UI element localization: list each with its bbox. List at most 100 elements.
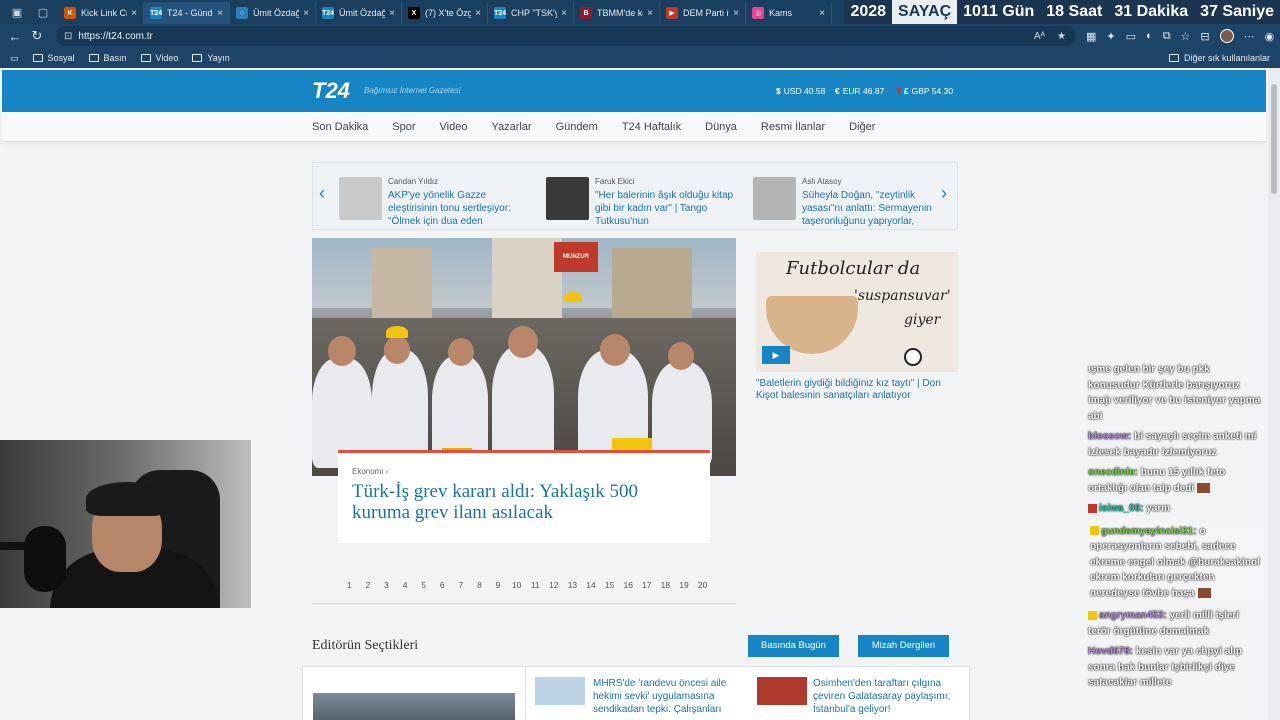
pager-item[interactable]: 6 <box>433 576 452 603</box>
collections-icon[interactable]: ⊟ <box>1200 30 1209 43</box>
extension-icon-3[interactable]: ▭ <box>1126 30 1136 43</box>
pager-item[interactable]: 17 <box>638 576 657 603</box>
author-article-title[interactable]: Süheyla Doğan, "zeytinlik yasası"nı anla… <box>802 189 952 229</box>
pager-item[interactable]: 15 <box>600 576 619 603</box>
close-icon[interactable]: × <box>389 8 395 19</box>
bookmark-icon[interactable]: ▭ <box>10 53 19 64</box>
star-icon[interactable]: ★ <box>1057 31 1066 42</box>
close-icon[interactable]: × <box>733 8 739 19</box>
hero-title[interactable]: Türk-İş grev kararı aldı: Yaklaşık 500 k… <box>352 481 698 523</box>
pager-item[interactable]: 12 <box>545 576 564 603</box>
back-arrow-icon[interactable]: ← <box>4 29 26 44</box>
hero-card[interactable]: Ekonomi › Türk-İş grev kararı aldı: Yakl… <box>338 453 710 543</box>
site-logo[interactable]: T24 <box>312 78 350 104</box>
author-name[interactable]: Candan Yıldız <box>388 177 438 186</box>
menu-icon[interactable]: ⋯ <box>1244 30 1255 43</box>
chat-username[interactable]: angryman453: <box>1099 610 1167 621</box>
author-name[interactable]: Faruk Ekici <box>595 177 635 186</box>
author-name[interactable]: Aslı Atasoy <box>802 177 842 186</box>
scrollbar-thumb[interactable] <box>1271 84 1277 194</box>
favorites-icon[interactable]: ☆ <box>1181 30 1191 43</box>
reload-icon[interactable]: ↻ <box>26 28 48 44</box>
hero-image[interactable]: MUNZUR <box>312 238 736 476</box>
author-item[interactable]: Aslı Atasoy Süheyla Doğan, "zeytinlik yas… <box>753 173 949 227</box>
close-icon[interactable]: × <box>647 8 653 19</box>
close-icon[interactable]: × <box>819 8 825 19</box>
pager-item[interactable]: 1 <box>340 576 359 603</box>
browser-tab[interactable]: X (7) X'te Özgü × <box>402 2 488 24</box>
browser-tab[interactable]: ○ Ümit Özdağ'ı × <box>230 2 316 24</box>
pager-item[interactable]: 10 <box>507 576 526 603</box>
chat-username[interactable]: gundemyayincisi31: <box>1101 526 1197 537</box>
play-icon[interactable]: ▶ <box>762 346 790 364</box>
browser-tab[interactable]: K Kick Link Cra × <box>58 2 144 24</box>
bookmark-folder-yayin[interactable]: Yayın <box>192 53 230 63</box>
chat-username[interactable]: isiwa_06: <box>1099 503 1143 514</box>
tab-actions-icon[interactable]: ▢ <box>34 3 52 21</box>
nav-item[interactable]: Resmi İlanlar <box>761 121 825 133</box>
author-photo[interactable] <box>753 177 796 220</box>
bookmark-folder-sosyal[interactable]: Sosyal <box>32 53 75 63</box>
chat-username[interactable]: onecdinle: <box>1088 467 1138 478</box>
side-ad-image[interactable]: Futbolcular da 'suspansuvar' giyer ▶ <box>756 252 958 372</box>
nav-item[interactable]: Dünya <box>705 121 737 133</box>
pager-item[interactable]: 20 <box>693 576 712 603</box>
chevron-left-icon[interactable]: ‹ <box>319 183 325 204</box>
pager-item[interactable]: 18 <box>656 576 675 603</box>
extension-icon-4[interactable]: ◐ <box>1146 30 1153 42</box>
browser-tab[interactable]: T24 CHP "TSK'yı K × <box>488 2 574 24</box>
extension-icon-2[interactable]: ✦ <box>1106 30 1115 43</box>
pager-item[interactable]: 19 <box>675 576 694 603</box>
close-icon[interactable]: × <box>475 8 481 19</box>
close-icon[interactable]: × <box>131 8 137 19</box>
author-item[interactable]: Faruk Ekici "Her balerinin âşık olduğu ki… <box>546 173 742 227</box>
browser-tab[interactable]: B TBMM'de kon × <box>574 2 660 24</box>
nav-item[interactable]: Video <box>440 121 468 133</box>
chat-username[interactable]: blossow: <box>1088 431 1131 442</box>
hero-category[interactable]: Ekonomi › <box>352 467 388 476</box>
author-photo[interactable] <box>546 177 589 220</box>
chat-username[interactable]: Hovd678: <box>1088 646 1133 657</box>
nav-item[interactable]: Spor <box>392 121 415 133</box>
card-thumb[interactable] <box>757 677 807 705</box>
nav-item[interactable]: Son Dakika <box>312 121 368 133</box>
bookmark-folder-basin[interactable]: Basın <box>88 53 127 63</box>
copilot-icon[interactable]: ◉ <box>1265 30 1275 43</box>
mizah-dergileri-button[interactable]: Mizah Dergileri <box>858 635 949 657</box>
browser-tab[interactable]: T24 Ümit Özdağ'ı × <box>316 2 402 24</box>
pager-item[interactable]: 8 <box>470 576 489 603</box>
pager-item[interactable]: 14 <box>582 576 601 603</box>
author-article-title[interactable]: "Her balerinin âşık olduğu kitap gibi bi… <box>595 189 745 229</box>
pager-item[interactable]: 4 <box>396 576 415 603</box>
basinda-bugun-button[interactable]: Basında Bugün <box>748 635 839 657</box>
author-item[interactable]: Candan Yıldız AKP'ye yönelik Gazze eleşti… <box>339 173 535 227</box>
pager-item[interactable]: 3 <box>377 576 396 603</box>
author-article-title[interactable]: AKP'ye yönelik Gazze eleştirisinin tonu … <box>388 189 538 229</box>
close-icon[interactable]: × <box>561 8 567 19</box>
browser-tab[interactable]: T24 T24 - Gündem × <box>144 2 230 24</box>
nav-item[interactable]: Diğer <box>849 121 875 133</box>
pager-item[interactable]: 16 <box>619 576 638 603</box>
pager-item[interactable]: 9 <box>489 576 508 603</box>
card-image[interactable] <box>313 693 515 720</box>
card-title[interactable]: MHRS'de 'randevu öncesi aile hekimi sevk… <box>593 677 733 716</box>
nav-item[interactable]: Yazarlar <box>491 121 531 133</box>
extension-icon[interactable]: ▦ <box>1086 30 1096 43</box>
profile-avatar[interactable] <box>1219 29 1234 43</box>
pager-item[interactable]: 11 <box>526 576 545 603</box>
url-input[interactable]: ⊡ https://t24.com.tr Aᴬ ★ <box>56 26 1076 46</box>
pager-item[interactable]: 2 <box>359 576 378 603</box>
page-scrollbar[interactable] <box>1268 68 1280 720</box>
lock-icon[interactable]: ⊡ <box>64 31 72 42</box>
close-icon[interactable]: × <box>303 8 309 19</box>
read-aloud-icon[interactable]: Aᴬ <box>1034 31 1045 42</box>
card-thumb[interactable] <box>535 677 585 705</box>
extensions-puzzle-icon[interactable]: ⧉ <box>1163 30 1171 43</box>
browser-tab[interactable]: ◎ Kams × <box>746 2 832 24</box>
browser-tab[interactable]: ▶ DEM Parti itin × <box>660 2 746 24</box>
side-ad-caption[interactable]: "Baletlerin giydiği bildiğiniz kız taytı… <box>756 378 958 402</box>
pager-item[interactable]: 13 <box>563 576 582 603</box>
pager-item[interactable]: 5 <box>414 576 433 603</box>
bookmark-folder-video[interactable]: Video <box>140 53 178 63</box>
nav-item[interactable]: T24 Haftalık <box>622 121 681 133</box>
